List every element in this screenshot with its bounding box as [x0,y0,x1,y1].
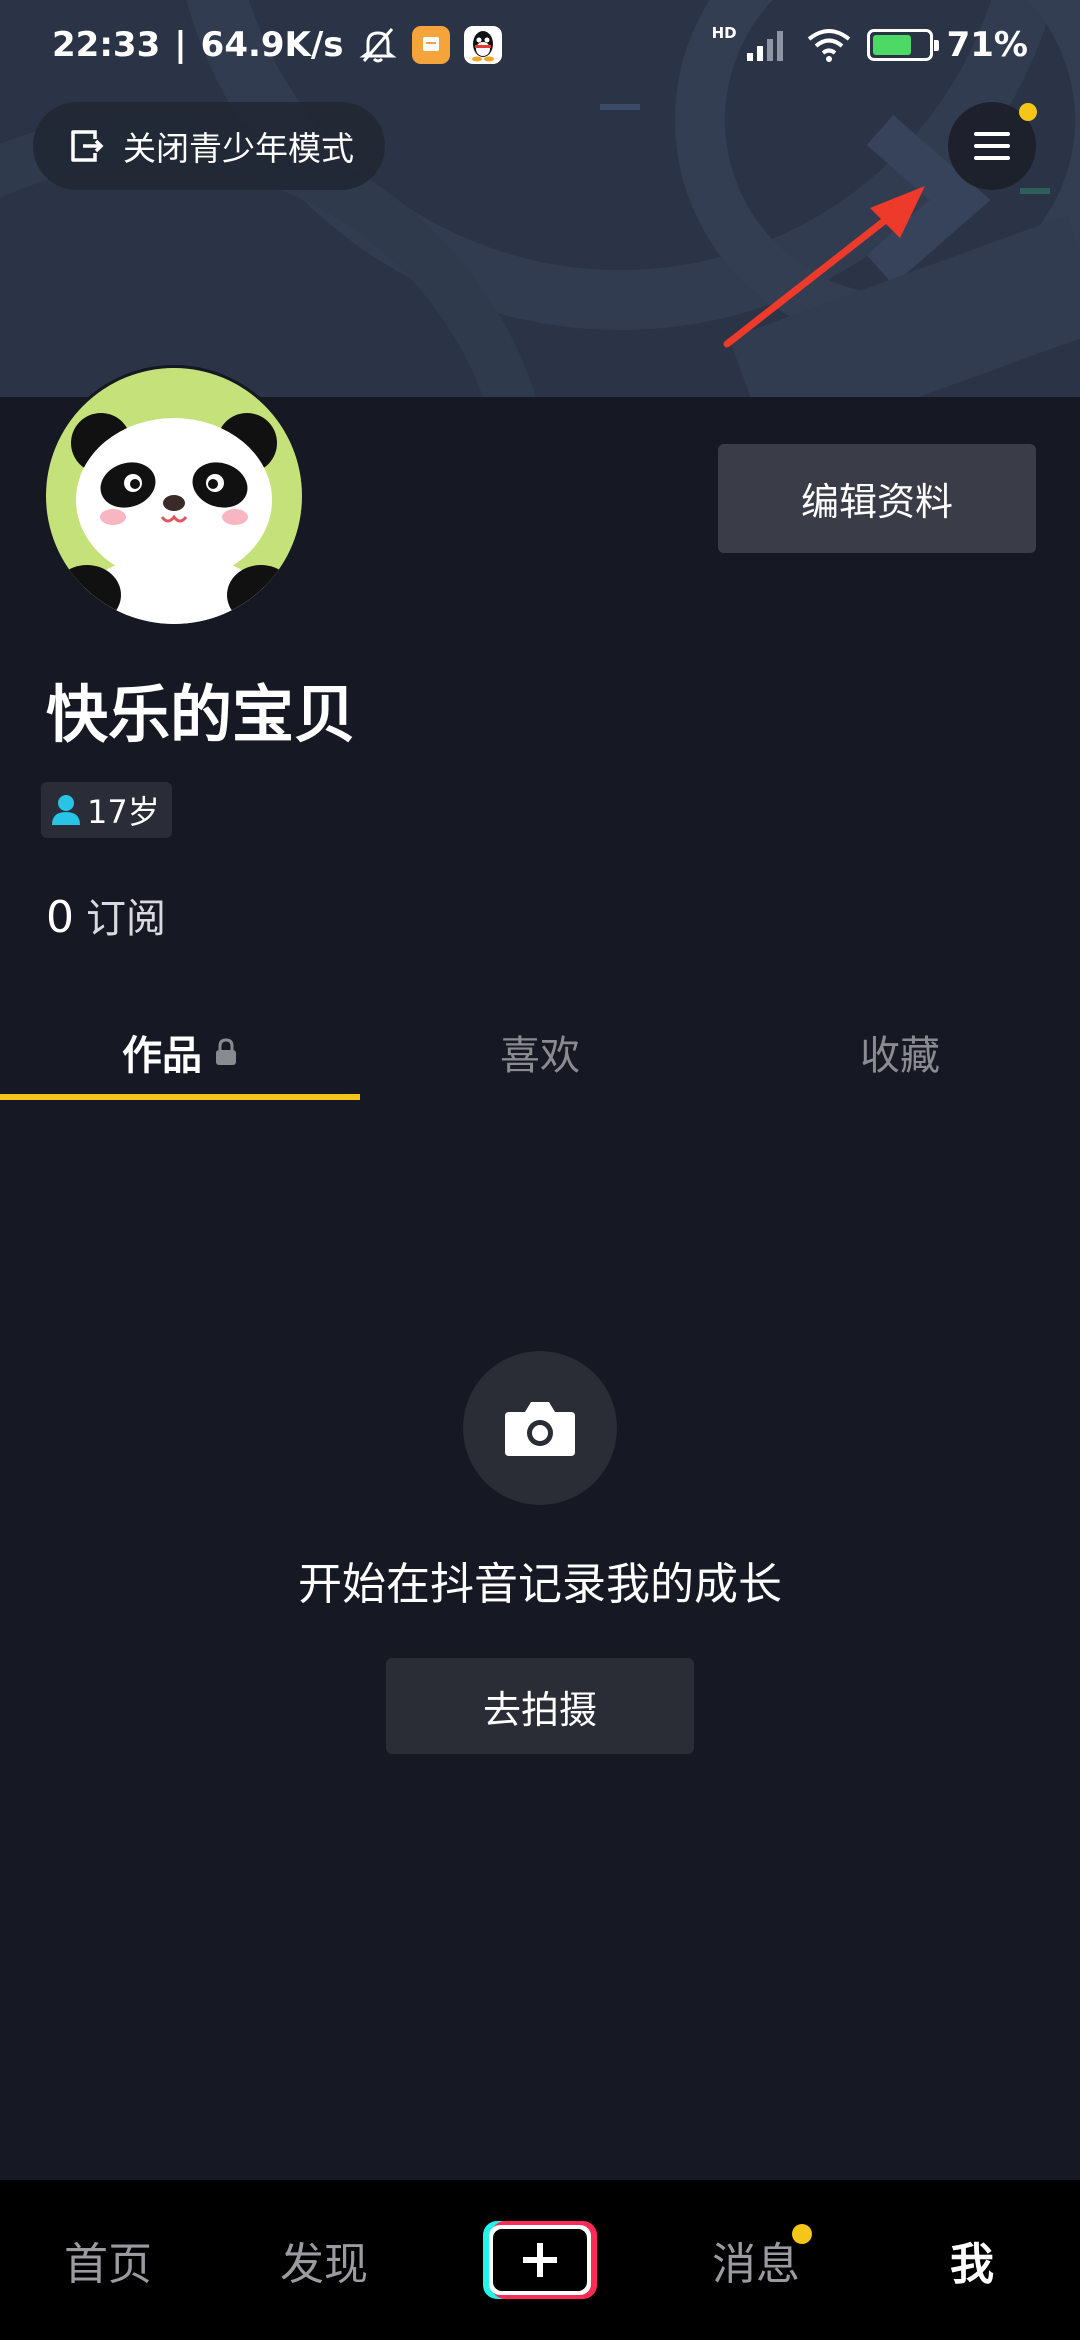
status-time: 22:33 [52,25,161,65]
close-teen-mode-button[interactable]: 关闭青少年模式 [33,102,385,190]
tab-favorites[interactable]: 收藏 [720,1004,1080,1100]
profile-tabs: 作品 喜欢 收藏 [0,1004,1080,1100]
lock-icon [216,1038,236,1065]
menu-notification-dot [1019,103,1037,121]
battery-percent: 71% [946,25,1028,65]
tab-works[interactable]: 作品 [0,1004,360,1100]
status-right: HD 71% [711,24,1028,65]
avatar[interactable] [43,365,305,627]
wifi-icon [807,29,850,62]
go-shoot-button[interactable]: 去拍摄 [386,1658,694,1754]
nav-messages-label: 消息 [712,2239,800,2290]
panda-avatar-image [43,365,305,627]
tab-works-label: 作品 [122,1033,202,1079]
close-teen-mode-label: 关闭青少年模式 [123,129,354,168]
nav-create-wrapper [432,2180,648,2340]
messages-notification-dot [792,2224,812,2244]
camera-placeholder [463,1351,617,1505]
age-badge: 17岁 [41,782,172,838]
tab-likes[interactable]: 喜欢 [360,1004,720,1100]
exit-icon [71,130,104,162]
nav-discover[interactable]: 发现 [216,2180,432,2340]
qq-icon [463,26,502,64]
nickname: 快乐的宝贝 [46,678,357,751]
plus-icon [523,2243,557,2277]
tab-likes-label: 喜欢 [500,1033,580,1079]
tab-favorites-label: 收藏 [860,1033,940,1079]
battery-fill [872,35,911,55]
nav-me[interactable]: 我 [864,2180,1080,2340]
bottom-nav: 首页 发现 消息 我 [0,2180,1080,2340]
subscriptions[interactable]: 0 订阅 [46,886,166,944]
nav-home[interactable]: 首页 [0,2180,216,2340]
hamburger-icon [974,132,1010,160]
camera-icon [505,1402,575,1456]
subscriptions-count: 0 [46,892,74,943]
status-separator: | [174,25,187,65]
edit-profile-button[interactable]: 编辑资料 [718,444,1036,553]
create-button[interactable] [483,2221,597,2299]
hd-label: HD [711,24,737,42]
nav-messages[interactable]: 消息 [648,2180,864,2340]
signal-icon [746,31,783,61]
subscriptions-label: 订阅 [86,896,166,942]
empty-state-text: 开始在抖音记录我的成长 [298,1559,782,1610]
status-left: 22:33 | 64.9K/s [52,25,502,65]
status-bar: 22:33 | 64.9K/s HD 71% [0,0,1080,90]
notification-app-icon [411,26,450,64]
network-speed: 64.9K/s [200,25,344,65]
person-icon [52,795,80,825]
bell-muted-icon [359,28,397,63]
age-label: 17岁 [87,793,160,831]
battery-icon [866,29,939,61]
